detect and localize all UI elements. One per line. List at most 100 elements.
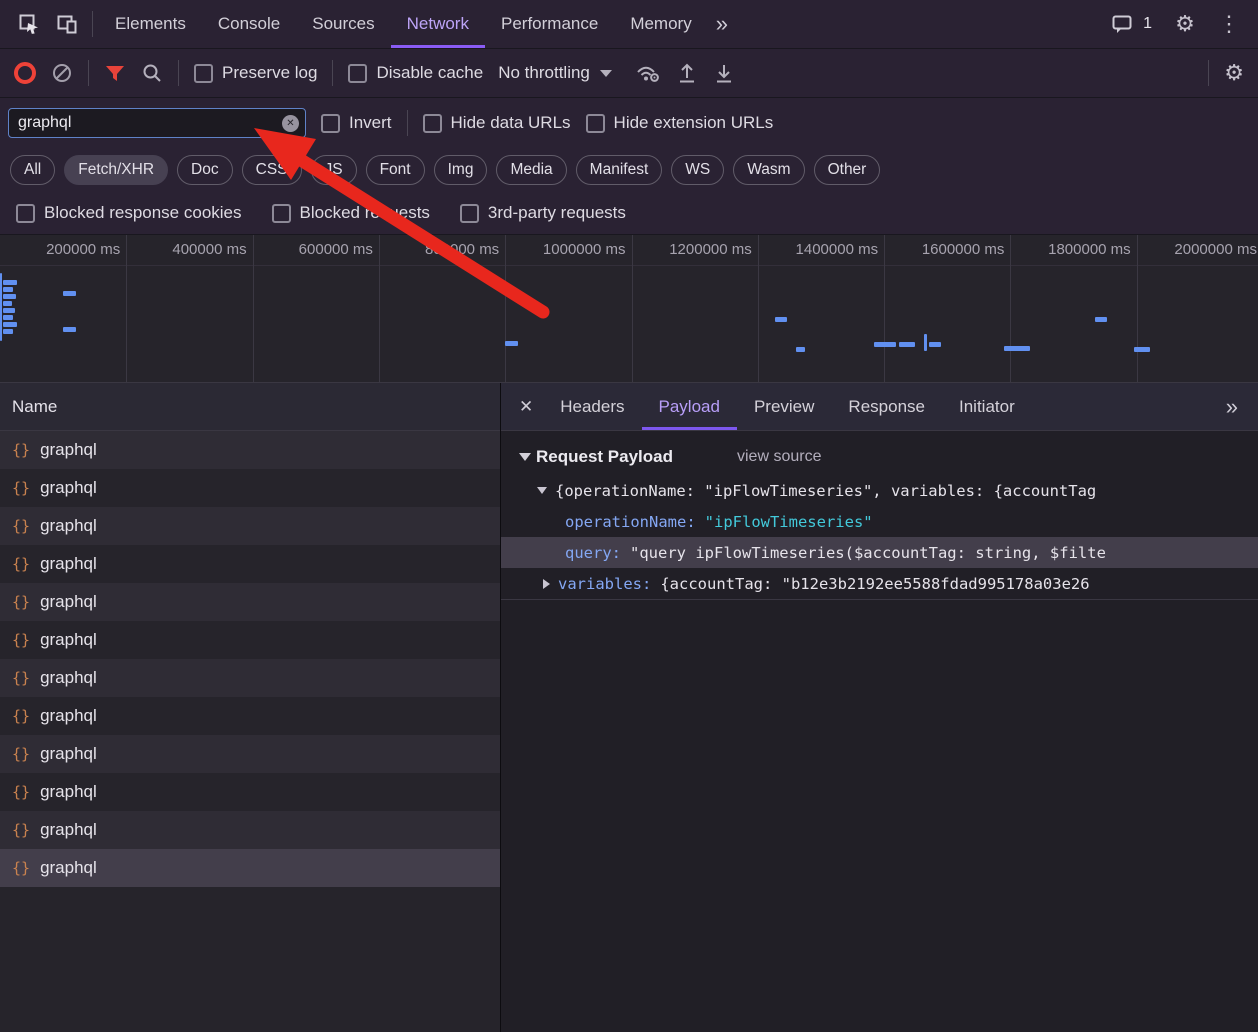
invert-filter-toggle[interactable]: Invert [321, 113, 392, 133]
section-title: Request Payload [536, 447, 673, 467]
network-conditions-icon[interactable] [635, 61, 661, 85]
preserve-log-checkbox[interactable] [194, 64, 213, 83]
details-tab-headers[interactable]: Headers [543, 383, 641, 430]
chip-all[interactable]: All [10, 155, 55, 185]
waterfall-mark [1095, 317, 1107, 322]
chevron-down-icon [600, 70, 612, 77]
hide-extension-urls-toggle[interactable]: Hide extension URLs [586, 113, 774, 133]
details-tab-payload[interactable]: Payload [642, 383, 737, 430]
filter-3rd-party-requests[interactable]: 3rd-party requests [460, 203, 626, 223]
more-tabs-icon[interactable]: » [708, 11, 736, 37]
network-settings-gear-icon[interactable]: ⚙ [1224, 62, 1244, 84]
disable-cache-checkbox[interactable] [348, 64, 367, 83]
timeline-gridline [253, 235, 254, 382]
view-source-link[interactable]: view source [737, 448, 821, 466]
blocked-response-cookies-checkbox[interactable] [16, 204, 35, 223]
filter-blocked-requests[interactable]: Blocked requests [272, 203, 430, 223]
collapse-section-icon[interactable] [519, 453, 531, 461]
chip-ws[interactable]: WS [671, 155, 724, 185]
request-row[interactable]: {}graphql [0, 507, 500, 545]
timeline-tick: 1000000 ms [505, 235, 631, 265]
hide-data-urls-checkbox[interactable] [423, 114, 442, 133]
main-tab-console[interactable]: Console [202, 0, 296, 48]
device-toolbar-icon[interactable] [50, 7, 84, 41]
blocked-requests-checkbox[interactable] [272, 204, 291, 223]
request-row[interactable]: {}graphql [0, 811, 500, 849]
request-rows: {}graphql{}graphql{}graphql{}graphql{}gr… [0, 431, 500, 887]
chip-js[interactable]: JS [311, 155, 357, 185]
throttling-dropdown[interactable]: No throttling [498, 63, 612, 83]
disable-cache-toggle[interactable]: Disable cache [348, 63, 483, 83]
request-name: graphql [40, 516, 97, 536]
request-row[interactable]: {}graphql [0, 431, 500, 469]
filter-funnel-icon[interactable] [104, 62, 126, 84]
console-messages-icon[interactable] [1109, 7, 1135, 41]
chip-img[interactable]: Img [434, 155, 488, 185]
devtools-main-tabbar: ElementsConsoleSourcesNetworkPerformance… [0, 0, 1258, 49]
hide-data-urls-toggle[interactable]: Hide data URLs [423, 113, 571, 133]
timeline-gridline [884, 235, 885, 382]
payload-entry-row[interactable]: operationName: "ipFlowTimeseries" [501, 506, 1258, 537]
main-tab-sources[interactable]: Sources [296, 0, 390, 48]
payload-entry-row-selected[interactable]: query: "query ipFlowTimeseries($accountT… [501, 537, 1258, 568]
waterfall-mark [3, 322, 17, 327]
details-tab-response[interactable]: Response [831, 383, 942, 430]
details-tab-preview[interactable]: Preview [737, 383, 831, 430]
export-har-icon[interactable] [676, 61, 698, 85]
name-column-header[interactable]: Name [0, 383, 500, 431]
filter-input[interactable] [9, 114, 305, 132]
caret-right-icon[interactable] [543, 579, 550, 589]
timeline-gridline [1137, 235, 1138, 382]
search-icon[interactable] [141, 62, 163, 84]
waterfall-mark [929, 342, 941, 347]
main-tab-memory[interactable]: Memory [614, 0, 707, 48]
request-row[interactable]: {}graphql [0, 621, 500, 659]
chip-font[interactable]: Font [366, 155, 425, 185]
request-row[interactable]: {}graphql [0, 849, 500, 887]
chip-wasm[interactable]: Wasm [733, 155, 804, 185]
request-name: graphql [40, 630, 97, 650]
close-details-icon[interactable]: ✕ [519, 397, 543, 417]
request-row[interactable]: {}graphql [0, 659, 500, 697]
settings-gear-icon[interactable]: ⚙ [1168, 7, 1202, 41]
request-row[interactable]: {}graphql [0, 773, 500, 811]
timeline-tick: 600000 ms [253, 235, 379, 265]
hide-extension-urls-checkbox[interactable] [586, 114, 605, 133]
filter-blocked-response-cookies[interactable]: Blocked response cookies [16, 203, 242, 223]
details-tab-initiator[interactable]: Initiator [942, 383, 1032, 430]
request-row[interactable]: {}graphql [0, 735, 500, 773]
waterfall-mark [3, 280, 17, 285]
clear-filter-icon[interactable]: ✕ [282, 115, 299, 132]
main-tab-elements[interactable]: Elements [99, 0, 202, 48]
main-tab-network[interactable]: Network [391, 0, 485, 48]
waterfall-mark [505, 341, 518, 346]
record-network-log-icon[interactable] [14, 62, 36, 84]
network-overview-timeline[interactable]: 200000 ms400000 ms600000 ms800000 ms1000… [0, 235, 1258, 383]
more-details-tabs-icon[interactable]: » [1226, 394, 1244, 420]
import-har-icon[interactable] [713, 61, 735, 85]
chip-fetch-xhr[interactable]: Fetch/XHR [64, 155, 168, 185]
divider [407, 110, 408, 136]
chip-manifest[interactable]: Manifest [576, 155, 663, 185]
main-tab-performance[interactable]: Performance [485, 0, 614, 48]
caret-down-icon[interactable] [537, 487, 547, 494]
request-name: graphql [40, 592, 97, 612]
fetch-xhr-icon: {} [12, 593, 30, 611]
invert-checkbox[interactable] [321, 114, 340, 133]
request-row[interactable]: {}graphql [0, 469, 500, 507]
waterfall-mark [63, 327, 76, 332]
request-row[interactable]: {}graphql [0, 545, 500, 583]
inspect-element-icon[interactable] [12, 7, 46, 41]
payload-root-row[interactable]: {operationName: "ipFlowTimeseries", vari… [501, 475, 1258, 506]
request-row[interactable]: {} graphql [0, 583, 500, 621]
kebab-menu-icon[interactable]: ⋮ [1212, 7, 1246, 41]
chip-media[interactable]: Media [496, 155, 566, 185]
chip-other[interactable]: Other [814, 155, 881, 185]
request-row[interactable]: {}graphql [0, 697, 500, 735]
payload-entry-row[interactable]: variables: {accountTag: "b12e3b2192ee558… [501, 568, 1258, 600]
clear-network-log-icon[interactable] [51, 62, 73, 84]
3rd-party-requests-checkbox[interactable] [460, 204, 479, 223]
chip-css[interactable]: CSS [242, 155, 302, 185]
chip-doc[interactable]: Doc [177, 155, 233, 185]
preserve-log-toggle[interactable]: Preserve log [194, 63, 317, 83]
